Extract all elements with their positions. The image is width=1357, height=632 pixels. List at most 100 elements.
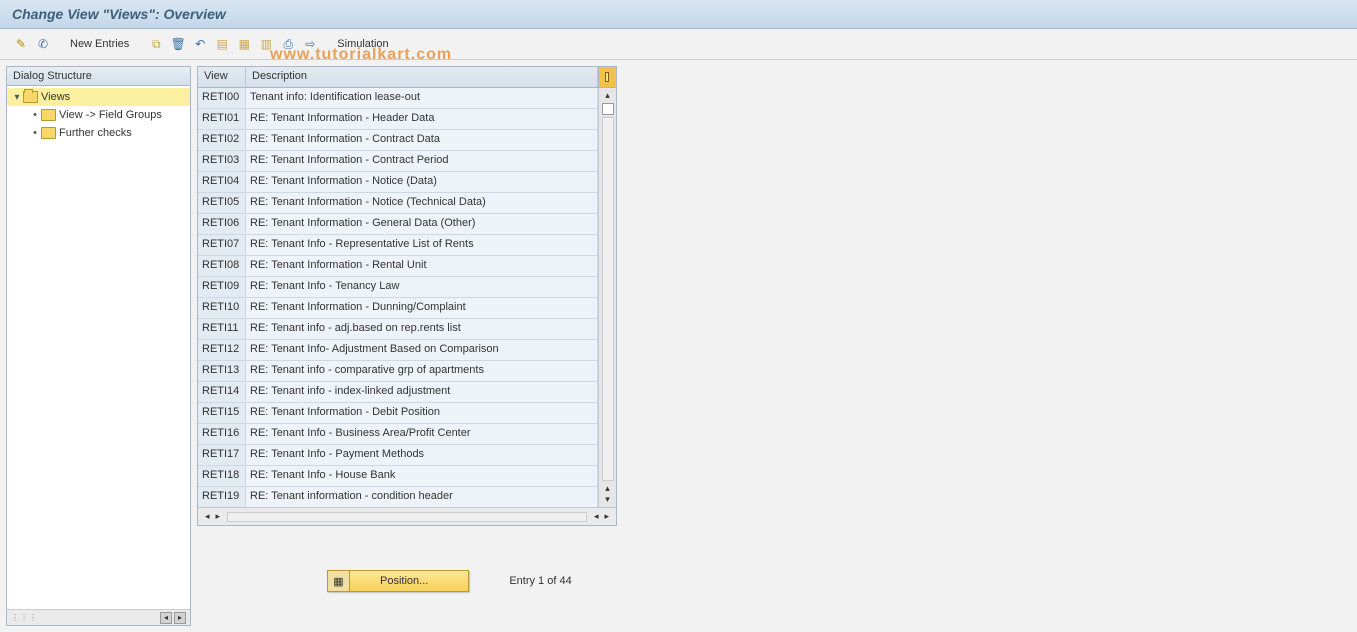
scroll-track[interactable] (602, 117, 614, 481)
table-row[interactable]: RETI18RE: Tenant Info - House Bank (198, 466, 598, 487)
scroll-marker[interactable] (602, 103, 614, 115)
scroll-left2-icon[interactable]: ▸ (213, 511, 224, 522)
horizontal-scrollbar[interactable]: ◂ ▸ ◂ ▸ (198, 507, 616, 525)
cell-description[interactable]: RE: Tenant Info - Payment Methods (246, 445, 598, 465)
table-row[interactable]: RETI17RE: Tenant Info - Payment Methods (198, 445, 598, 466)
scroll-right-icon[interactable]: ◂ (591, 511, 602, 522)
table-row[interactable]: RETI19RE: Tenant information - condition… (198, 487, 598, 507)
cell-view[interactable]: RETI16 (198, 424, 246, 444)
cell-description[interactable]: RE: Tenant Info- Adjustment Based on Com… (246, 340, 598, 360)
tree-node-views[interactable]: ▾ Views (7, 88, 190, 106)
table-row[interactable]: RETI03RE: Tenant Information - Contract … (198, 151, 598, 172)
scroll-track-h[interactable] (227, 512, 587, 522)
table-row[interactable]: RETI05RE: Tenant Information - Notice (T… (198, 193, 598, 214)
cell-view[interactable]: RETI08 (198, 256, 246, 276)
table-row[interactable]: RETI10RE: Tenant Information - Dunning/C… (198, 298, 598, 319)
undo-icon[interactable]: ↶ (191, 35, 209, 53)
cell-description[interactable]: RE: Tenant Information - Header Data (246, 109, 598, 129)
table-header: View Description (198, 67, 616, 88)
cell-view[interactable]: RETI11 (198, 319, 246, 339)
column-header-description[interactable]: Description (246, 67, 598, 87)
tree-horizontal-scrollbar[interactable]: ⋮⋮⋮ ◂ ▸ (7, 609, 190, 625)
table-row[interactable]: RETI16RE: Tenant Info - Business Area/Pr… (198, 424, 598, 445)
find-icon[interactable]: ✆ (34, 35, 52, 53)
cell-description[interactable]: RE: Tenant Info - Representative List of… (246, 235, 598, 255)
cell-description[interactable]: RE: Tenant Info - Tenancy Law (246, 277, 598, 297)
vertical-scrollbar[interactable]: ▴ ▴ ▾ (598, 88, 616, 507)
scroll-left-icon[interactable]: ◂ (160, 612, 172, 624)
cell-description[interactable]: RE: Tenant information - condition heade… (246, 487, 598, 507)
cell-view[interactable]: RETI04 (198, 172, 246, 192)
scroll-down-icon[interactable]: ▾ (605, 494, 610, 505)
cell-view[interactable]: RETI03 (198, 151, 246, 171)
toggle-display-icon[interactable]: ✎ (12, 35, 30, 53)
column-header-view[interactable]: View (198, 67, 246, 87)
select-all-icon[interactable]: ▤ (213, 35, 231, 53)
cell-description[interactable]: Tenant info: Identification lease-out (246, 88, 598, 108)
cell-view[interactable]: RETI05 (198, 193, 246, 213)
cell-description[interactable]: RE: Tenant Information - Contract Data (246, 130, 598, 150)
delete-icon[interactable]: 🗑 (169, 35, 187, 53)
scroll-up2-icon[interactable]: ▴ (605, 483, 610, 494)
dialog-structure-panel: Dialog Structure ▾ Views • View -> Field… (6, 66, 191, 626)
tree-label: Further checks (59, 127, 132, 139)
cell-view[interactable]: RETI09 (198, 277, 246, 297)
table-row[interactable]: RETI04RE: Tenant Information - Notice (D… (198, 172, 598, 193)
table-row[interactable]: RETI02RE: Tenant Information - Contract … (198, 130, 598, 151)
scroll-up-icon[interactable]: ▴ (605, 90, 610, 101)
table-row[interactable]: RETI11RE: Tenant info - adj.based on rep… (198, 319, 598, 340)
simulation-button[interactable]: Simulation (333, 36, 392, 52)
copy-icon[interactable]: ⧉ (147, 35, 165, 53)
cell-view[interactable]: RETI07 (198, 235, 246, 255)
cell-description[interactable]: RE: Tenant Info - Business Area/Profit C… (246, 424, 598, 444)
scroll-right-icon[interactable]: ▸ (174, 612, 186, 624)
table-row[interactable]: RETI00Tenant info: Identification lease-… (198, 88, 598, 109)
cell-view[interactable]: RETI15 (198, 403, 246, 423)
cell-view[interactable]: RETI13 (198, 361, 246, 381)
collapse-icon[interactable]: ▾ (11, 92, 23, 103)
scroll-right2-icon[interactable]: ▸ (601, 511, 612, 522)
table-row[interactable]: RETI14RE: Tenant info - index-linked adj… (198, 382, 598, 403)
print-icon[interactable]: ⎙ (279, 35, 297, 53)
cell-view[interactable]: RETI06 (198, 214, 246, 234)
cell-description[interactable]: RE: Tenant info - index-linked adjustmen… (246, 382, 598, 402)
cell-description[interactable]: RE: Tenant Information - Rental Unit (246, 256, 598, 276)
tree-node-further-checks[interactable]: • Further checks (7, 124, 190, 142)
table-row[interactable]: RETI15RE: Tenant Information - Debit Pos… (198, 403, 598, 424)
new-entries-button[interactable]: New Entries (66, 36, 133, 52)
cell-view[interactable]: RETI19 (198, 487, 246, 507)
folder-open-icon (23, 91, 38, 103)
table-row[interactable]: RETI01RE: Tenant Information - Header Da… (198, 109, 598, 130)
select-block-icon[interactable]: ▦ (235, 35, 253, 53)
table-row[interactable]: RETI09RE: Tenant Info - Tenancy Law (198, 277, 598, 298)
deselect-all-icon[interactable]: ▥ (257, 35, 275, 53)
table-config-icon[interactable] (598, 67, 616, 87)
cell-description[interactable]: RE: Tenant Information - Dunning/Complai… (246, 298, 598, 318)
cell-description[interactable]: RE: Tenant Info - House Bank (246, 466, 598, 486)
cell-description[interactable]: RE: Tenant Information - Notice (Data) (246, 172, 598, 192)
table-row[interactable]: RETI06RE: Tenant Information - General D… (198, 214, 598, 235)
cell-description[interactable]: RE: Tenant Information - General Data (O… (246, 214, 598, 234)
cell-description[interactable]: RE: Tenant Information - Notice (Technic… (246, 193, 598, 213)
cell-view[interactable]: RETI00 (198, 88, 246, 108)
cell-view[interactable]: RETI12 (198, 340, 246, 360)
cell-description[interactable]: RE: Tenant info - comparative grp of apa… (246, 361, 598, 381)
cell-description[interactable]: RE: Tenant Information - Contract Period (246, 151, 598, 171)
expand-icon[interactable]: ⇨ (301, 35, 319, 53)
cell-view[interactable]: RETI10 (198, 298, 246, 318)
cell-view[interactable]: RETI02 (198, 130, 246, 150)
cell-view[interactable]: RETI01 (198, 109, 246, 129)
cell-description[interactable]: RE: Tenant Information - Debit Position (246, 403, 598, 423)
cell-description[interactable]: RE: Tenant info - adj.based on rep.rents… (246, 319, 598, 339)
table-row[interactable]: RETI13RE: Tenant info - comparative grp … (198, 361, 598, 382)
cell-view[interactable]: RETI18 (198, 466, 246, 486)
position-button[interactable]: ▦ Position... (327, 570, 469, 592)
table-row[interactable]: RETI12RE: Tenant Info- Adjustment Based … (198, 340, 598, 361)
tree-node-field-groups[interactable]: • View -> Field Groups (7, 106, 190, 124)
resize-handle-icon[interactable]: ⋮⋮⋮ (11, 613, 38, 622)
cell-view[interactable]: RETI17 (198, 445, 246, 465)
table-row[interactable]: RETI07RE: Tenant Info - Representative L… (198, 235, 598, 256)
table-row[interactable]: RETI08RE: Tenant Information - Rental Un… (198, 256, 598, 277)
scroll-left-icon[interactable]: ◂ (202, 511, 213, 522)
cell-view[interactable]: RETI14 (198, 382, 246, 402)
